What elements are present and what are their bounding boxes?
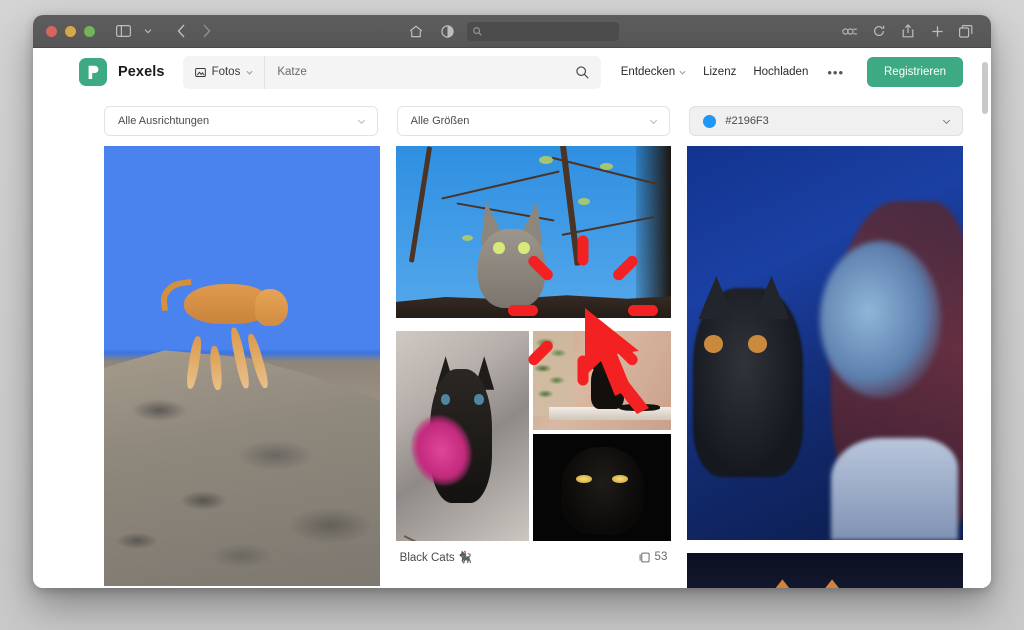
chevron-down-icon: [649, 117, 658, 126]
browser-toolbar: [33, 15, 991, 48]
signup-button[interactable]: Registrieren: [867, 57, 963, 87]
collection-meta: Black Cats 🐈‍⬛ 53: [396, 541, 672, 564]
main-nav: Entdecken Lizenz Hochladen ••• Registrie…: [621, 57, 963, 87]
minimize-window-button[interactable]: [65, 25, 76, 37]
search-type-label: Fotos: [211, 66, 241, 78]
extensions-icon[interactable]: [839, 21, 861, 41]
photo-orange-cat-blue-wall[interactable]: [104, 146, 380, 586]
more-menu-button[interactable]: •••: [825, 65, 846, 80]
address-bar[interactable]: [467, 21, 619, 41]
home-icon[interactable]: [405, 21, 427, 41]
reload-icon[interactable]: [868, 21, 890, 41]
photo-kitten-looking-up-sky[interactable]: [395, 146, 672, 318]
results-grid: Black Cats 🐈‍⬛ 53: [33, 146, 991, 588]
thumb-kitten-with-pink-toy[interactable]: [395, 331, 529, 541]
share-icon[interactable]: [897, 21, 919, 41]
photo-stack-icon: [639, 552, 650, 562]
page-scrollbar[interactable]: [979, 48, 991, 588]
photo-woman-with-cat-blue-light[interactable]: [687, 146, 964, 540]
chevron-down-icon: [942, 117, 951, 126]
screenshot-root: Pexels Fotos Katze Entdecken Lizenz Hoch…: [0, 0, 1024, 630]
brand-name: Pexels: [118, 64, 165, 80]
pexels-logo-icon: [79, 58, 107, 86]
sidebar-icon[interactable]: [112, 21, 134, 41]
reader-contrast-icon[interactable]: [436, 21, 458, 41]
filter-bar: Alle Ausrichtungen Alle Größen #2196F3: [33, 96, 991, 146]
chevron-down-icon: [679, 70, 686, 75]
filter-orientation-label: Alle Ausrichtungen: [118, 115, 210, 127]
search-input[interactable]: [265, 66, 565, 78]
search-icon: [576, 65, 589, 79]
photo-icon: [194, 67, 206, 77]
results-column-2: Black Cats 🐈‍⬛ 53: [395, 146, 672, 588]
tab-overview-icon[interactable]: [955, 21, 977, 41]
results-column-3: [687, 146, 964, 588]
sidebar-chevron-down-icon[interactable]: [137, 21, 159, 41]
page-viewport: Pexels Fotos Katze Entdecken Lizenz Hoch…: [33, 48, 991, 588]
thumb-black-cat-face[interactable]: [532, 434, 672, 541]
photo-subject-orange-cat: [158, 278, 289, 390]
search-submit-button[interactable]: [565, 56, 601, 89]
thumb-black-cat-on-ledge[interactable]: [532, 331, 672, 430]
filter-color-label: #2196F3: [725, 115, 769, 127]
site-header: Pexels Fotos Katze Entdecken Lizenz Hoch…: [33, 48, 991, 96]
photo-subject-kitten: [478, 201, 544, 308]
results-column-1: [104, 146, 380, 588]
close-window-button[interactable]: [46, 25, 57, 37]
back-chevron-left-icon[interactable]: [170, 21, 192, 41]
browser-window: Pexels Fotos Katze Entdecken Lizenz Hoch…: [33, 15, 991, 588]
photo-cat-partial-bottom[interactable]: [687, 553, 964, 588]
zoom-window-button[interactable]: [84, 25, 95, 37]
chevron-down-icon: [246, 70, 253, 75]
collection-thumbs: [395, 331, 672, 541]
nav-item-hochladen[interactable]: Hochladen: [753, 66, 808, 78]
collection-title: Black Cats 🐈‍⬛: [399, 552, 473, 564]
collection-count: 53: [639, 551, 668, 563]
filter-size-label: Alle Größen: [410, 115, 470, 127]
filter-size[interactable]: Alle Größen: [396, 106, 671, 136]
collection-black-cats[interactable]: Black Cats 🐈‍⬛ 53: [395, 331, 672, 564]
nav-item-entdecken[interactable]: Entdecken: [621, 66, 686, 78]
color-swatch: [703, 114, 717, 128]
forward-chevron-right-icon[interactable]: [195, 21, 217, 41]
window-controls[interactable]: [46, 25, 95, 37]
nav-item-lizenz[interactable]: Lizenz: [703, 66, 736, 78]
chevron-down-icon: [357, 117, 366, 126]
new-tab-plus-icon[interactable]: [926, 21, 948, 41]
collection-count-value: 53: [654, 551, 668, 563]
filter-color[interactable]: #2196F3: [689, 106, 964, 136]
search-type-selector[interactable]: Fotos: [183, 55, 266, 89]
nav-item-entdecken-label: Entdecken: [620, 66, 676, 78]
brand[interactable]: Pexels: [79, 58, 165, 86]
page-scrollbar-thumb[interactable]: [982, 62, 988, 114]
search-bar[interactable]: Fotos: [182, 55, 601, 89]
search-icon: [473, 26, 482, 36]
filter-orientation[interactable]: Alle Ausrichtungen: [104, 106, 378, 136]
